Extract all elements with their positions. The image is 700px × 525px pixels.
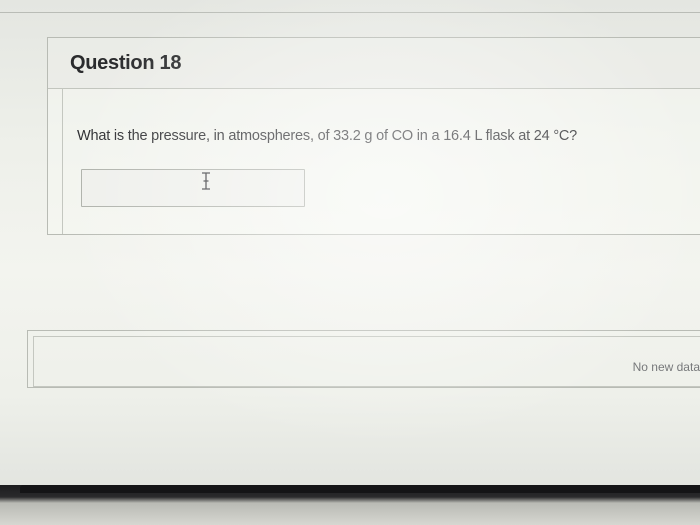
screen: Question 18 What is the pressure, in atm…	[0, 0, 700, 492]
question-card: Question 18 What is the pressure, in atm…	[47, 37, 700, 235]
status-text: No new data	[632, 360, 700, 374]
top-divider	[0, 12, 700, 13]
monitor-bezel-edge	[20, 485, 700, 493]
answer-input[interactable]	[81, 169, 305, 207]
question-header: Question 18	[48, 38, 700, 89]
status-panel: No new data	[27, 330, 700, 388]
question-title: Question 18	[70, 52, 182, 74]
text-cursor-icon	[202, 172, 210, 190]
question-body: What is the pressure, in atmospheres, of…	[62, 88, 700, 234]
status-panel-inner: No new data	[33, 336, 700, 387]
question-text: What is the pressure, in atmospheres, of…	[77, 128, 578, 144]
